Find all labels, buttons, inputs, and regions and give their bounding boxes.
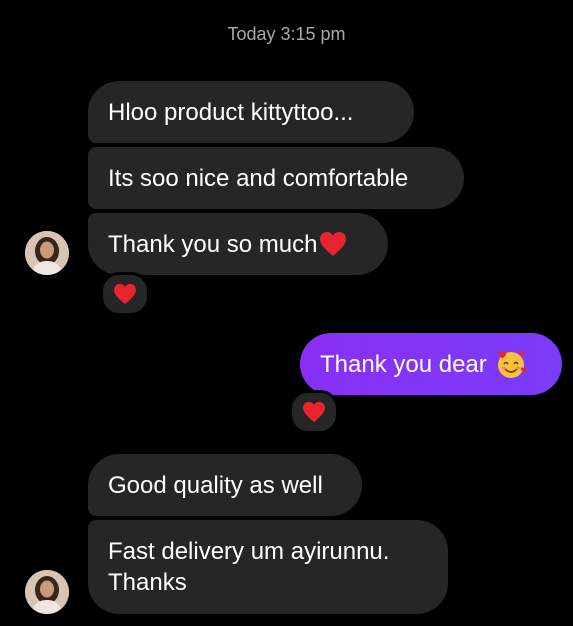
- message-bubble[interactable]: Its soo nice and comfortable: [88, 147, 464, 209]
- reaction-badge[interactable]: [289, 390, 339, 434]
- reaction-badge[interactable]: [100, 272, 150, 316]
- message-bubble-outgoing[interactable]: Thank you dear: [300, 333, 562, 395]
- message-bubble[interactable]: Good quality as well: [88, 454, 362, 516]
- timestamp: Today 3:15 pm: [227, 24, 346, 44]
- message-text-line: Thanks: [108, 569, 187, 596]
- message-text: Good quality as well: [108, 471, 323, 499]
- red-heart-icon: [114, 283, 136, 305]
- avatar[interactable]: [25, 231, 69, 275]
- message-bubble[interactable]: Thank you so much: [88, 213, 388, 275]
- message-text: Its soo nice and comfortable: [108, 164, 409, 192]
- smiling-face-with-hearts-icon: [497, 350, 527, 378]
- avatar-image: [25, 231, 69, 275]
- avatar-image: [25, 570, 69, 614]
- avatar[interactable]: [25, 570, 69, 614]
- message-text: Thank you dear: [320, 350, 487, 378]
- message-text: Hloo product kittyttoo...: [108, 98, 354, 126]
- message-bubble[interactable]: Fast delivery um ayirunnu. Thanks: [88, 520, 448, 614]
- message-text: Thank you so much: [108, 230, 318, 258]
- message-bubble[interactable]: Hloo product kittyttoo...: [88, 81, 414, 143]
- red-heart-icon: [320, 232, 347, 256]
- red-heart-icon: [303, 401, 325, 423]
- message-text-line: Fast delivery um ayirunnu.: [108, 538, 390, 565]
